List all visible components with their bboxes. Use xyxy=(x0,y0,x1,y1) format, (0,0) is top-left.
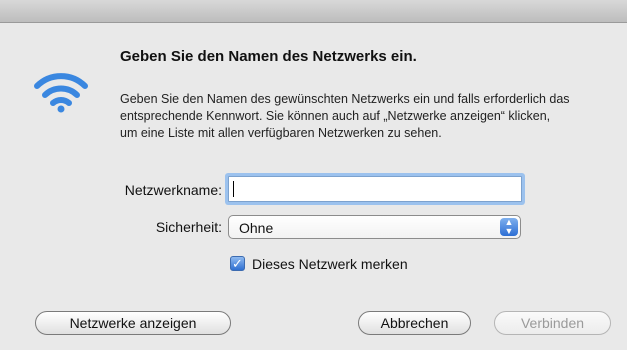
dialog-heading: Geben Sie den Namen des Netzwerks ein. xyxy=(120,48,417,65)
remember-network-checkbox[interactable]: ✓ xyxy=(230,256,245,271)
connect-button[interactable]: Verbinden xyxy=(494,311,611,335)
up-down-arrows-icon: ▲ ▼ xyxy=(500,218,518,236)
security-select-value: Ohne xyxy=(239,220,274,236)
cancel-button[interactable]: Abbrechen xyxy=(358,311,471,335)
dialog-description: Geben Sie den Namen des gewünschten Netz… xyxy=(120,92,570,140)
text-caret xyxy=(233,181,234,197)
remember-network-label[interactable]: Dieses Netzwerk merken xyxy=(252,256,408,272)
wifi-icon xyxy=(34,73,88,113)
network-name-input[interactable] xyxy=(228,176,522,202)
window-titlebar xyxy=(0,0,627,23)
network-name-label: Netzwerkname: xyxy=(124,182,222,198)
security-select[interactable]: Ohne ▲ ▼ xyxy=(228,215,521,239)
security-label: Sicherheit: xyxy=(155,219,222,235)
show-networks-button[interactable]: Netzwerke anzeigen xyxy=(35,311,231,335)
